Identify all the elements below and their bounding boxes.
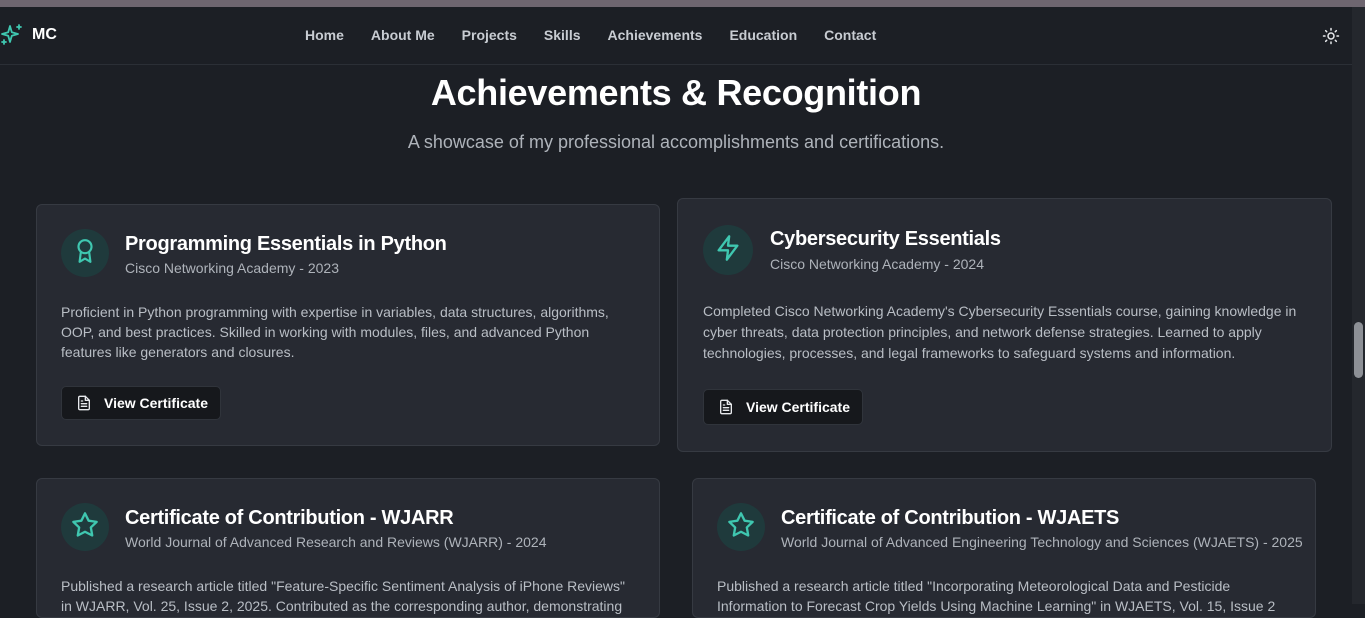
document-icon [718, 399, 734, 415]
card-description: Proficient in Python programming with ex… [61, 304, 609, 360]
star-icon [727, 511, 755, 544]
scrollbar-thumb[interactable] [1354, 322, 1363, 378]
section-subtitle: A showcase of my professional accomplish… [407, 132, 945, 152]
brand-text: MC [32, 26, 57, 43]
view-certificate-button[interactable]: View Certificate [703, 389, 864, 425]
card-icon-wrap [717, 503, 765, 551]
section-title: Achievements & Recognition [430, 72, 922, 113]
nav-achievements[interactable]: Achievements [608, 27, 703, 43]
document-icon [76, 395, 92, 411]
card-title: Programming Essentials in Python [125, 233, 447, 255]
achievement-card: Cybersecurity Essentials Cisco Networkin… [677, 198, 1332, 452]
card-title: Certificate of Contribution - WJARR [125, 507, 454, 529]
nav-about-me[interactable]: About Me [371, 27, 435, 43]
card-icon-wrap [61, 503, 109, 551]
nav-contact[interactable]: Contact [824, 27, 876, 43]
card-title: Cybersecurity Essentials [770, 228, 1001, 250]
navbar: MC Home About Me Projects Skills Achieve… [0, 7, 1352, 65]
nav-education[interactable]: Education [729, 27, 797, 43]
achievement-card: Certificate of Contribution - WJARR Worl… [36, 478, 660, 618]
browser-top-strip [0, 0, 1365, 7]
nav-projects[interactable]: Projects [462, 27, 517, 43]
card-description: Published a research article titled "Fea… [61, 578, 625, 614]
button-label: View Certificate [746, 399, 851, 415]
award-icon [72, 238, 98, 269]
card-title: Certificate of Contribution - WJAETS [781, 507, 1120, 529]
card-subtitle: World Journal of Advanced Research and R… [125, 534, 547, 550]
sun-icon [1322, 27, 1340, 45]
card-description: Completed Cisco Networking Academy's Cyb… [703, 303, 1297, 361]
brand-logo[interactable]: MC [0, 23, 57, 47]
lightning-icon [714, 234, 742, 267]
card-subtitle: World Journal of Advanced Engineering Te… [781, 534, 1303, 550]
achievement-card: Certificate of Contribution - WJAETS Wor… [692, 478, 1316, 618]
view-certificate-button[interactable]: View Certificate [61, 386, 222, 420]
card-description: Published a research article titled "Inc… [717, 578, 1276, 614]
achievement-card: Programming Essentials in Python Cisco N… [36, 204, 660, 446]
nav-skills[interactable]: Skills [544, 27, 581, 43]
button-label: View Certificate [104, 395, 209, 411]
card-subtitle: Cisco Networking Academy - 2024 [770, 256, 984, 272]
nav-home[interactable]: Home [305, 27, 344, 43]
card-icon-wrap [703, 225, 753, 275]
theme-toggle-button[interactable] [1322, 27, 1340, 45]
sparkles-icon [0, 23, 24, 47]
scrollbar-track[interactable] [1352, 7, 1365, 604]
star-icon [71, 511, 99, 544]
card-subtitle: Cisco Networking Academy - 2023 [125, 260, 339, 276]
card-icon-wrap [61, 229, 109, 277]
nav-links: Home About Me Projects Skills Achievemen… [305, 27, 903, 43]
